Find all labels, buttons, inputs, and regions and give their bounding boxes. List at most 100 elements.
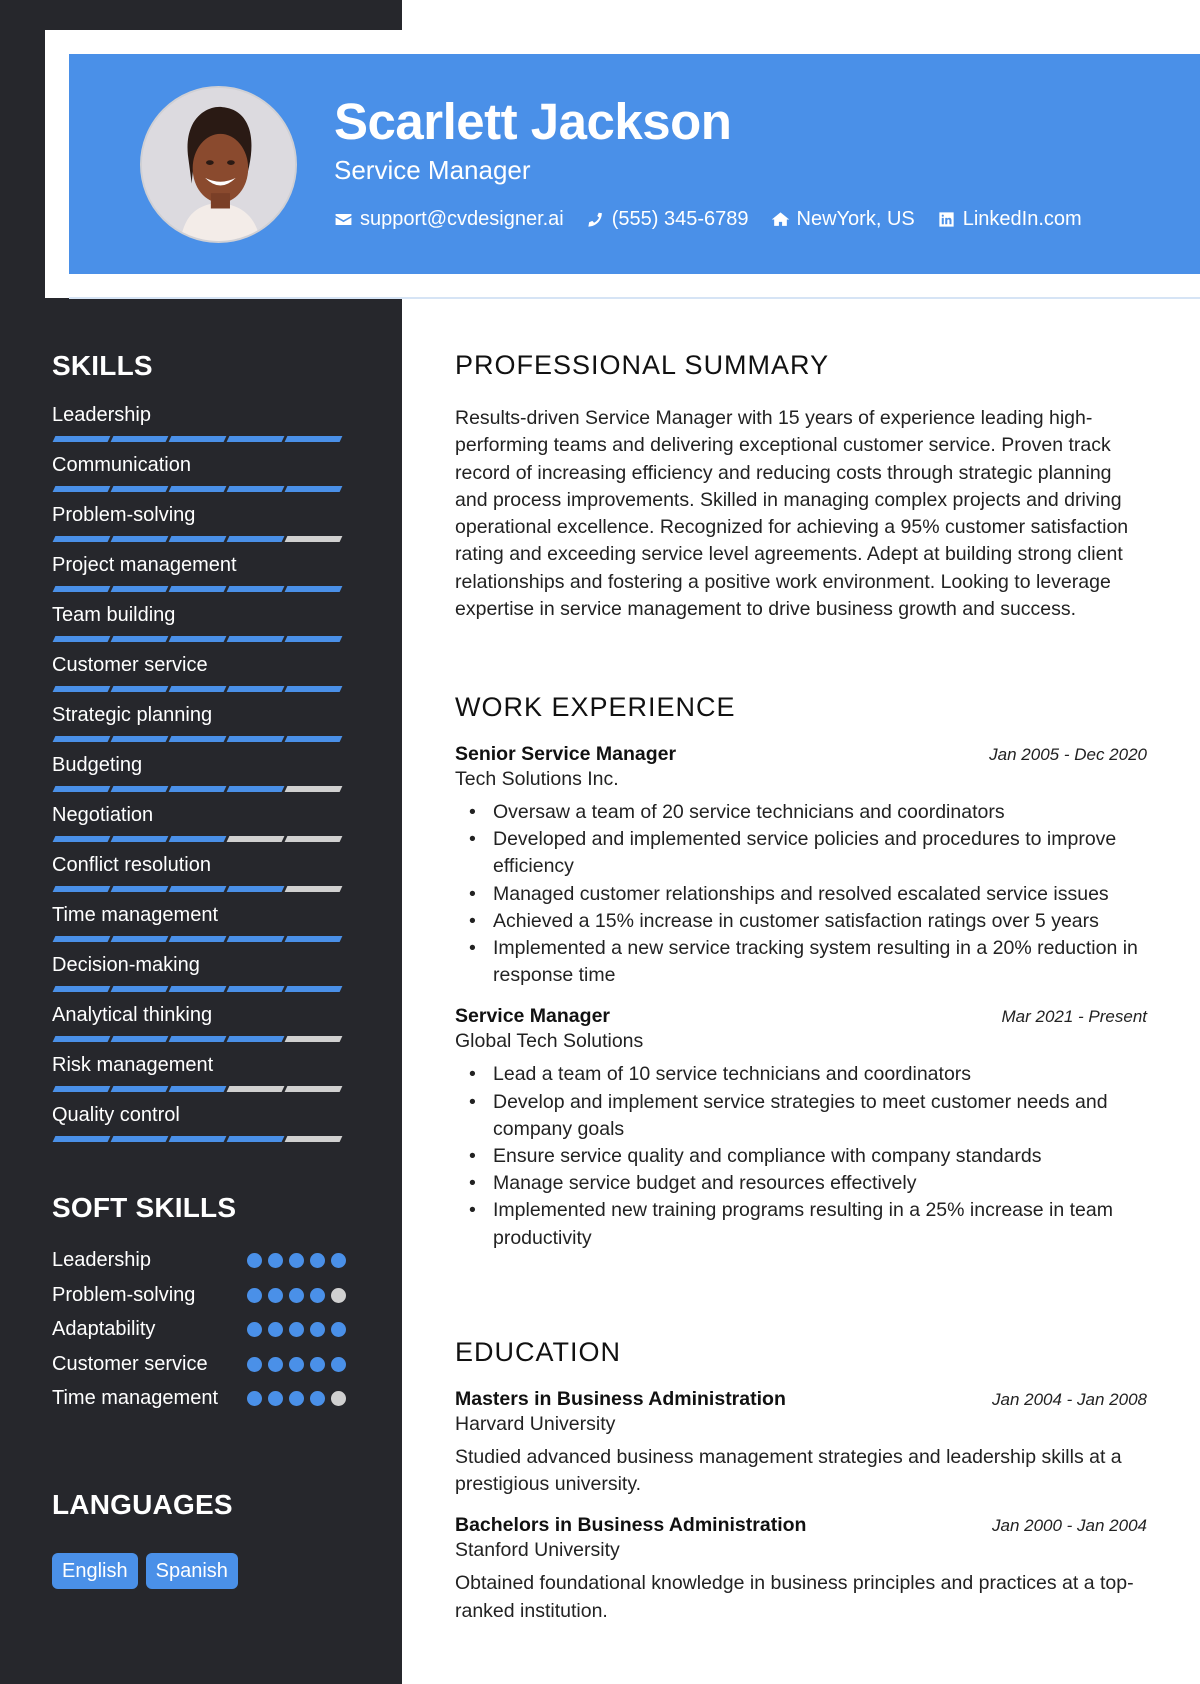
- skill-level-bar: [52, 586, 343, 592]
- skill-name: Customer service: [52, 654, 208, 676]
- rating-dot-filled: [310, 1322, 325, 1337]
- education-entry: Masters in Business Administration Jan 20…: [455, 1388, 1147, 1498]
- summary-section: PROFESSIONAL SUMMARY Results-driven Serv…: [455, 350, 1147, 623]
- rating-dot-filled: [268, 1391, 283, 1406]
- profile-photo: [140, 86, 297, 243]
- job-title: Service Manager: [455, 1005, 611, 1028]
- job-bullets: Oversaw a team of 20 service technicians…: [455, 799, 1147, 989]
- contact-location-text: NewYork, US: [796, 208, 915, 230]
- skill-segment-filled: [52, 1136, 111, 1142]
- skill-segment-filled: [110, 486, 169, 492]
- job-bullet: Oversaw a team of 20 service technicians…: [455, 799, 1147, 826]
- soft-skill-name: Problem-solving: [52, 1283, 196, 1306]
- contact-linkedin[interactable]: LinkedIn.com: [937, 208, 1082, 231]
- skill-name: Team building: [52, 604, 176, 626]
- company-name: Tech Solutions Inc.: [455, 768, 619, 790]
- skill-name: Time management: [52, 904, 218, 926]
- education-section: EDUCATION Masters in Business Administra…: [455, 1337, 1147, 1625]
- skill-segment-filled: [168, 1036, 227, 1042]
- skill-name: Budgeting: [52, 754, 143, 776]
- contact-email-text: support@cvdesigner.ai: [360, 208, 564, 230]
- experience-entry-header: Service Manager Mar 2021 - Present: [455, 1005, 1147, 1028]
- soft-skill-rating: [247, 1287, 346, 1303]
- languages-list: English Spanish: [52, 1553, 352, 1589]
- job-title: Senior Service Manager: [455, 743, 677, 765]
- skills-list: Leadership Communication Problem-solving Pr…: [52, 404, 352, 1154]
- soft-skill-item: Adaptability: [52, 1316, 352, 1351]
- rating-dot-filled: [268, 1322, 283, 1337]
- candidate-title: Service Manager: [334, 155, 531, 185]
- job-dates: Mar 2021 - Present: [1001, 1007, 1147, 1027]
- skill-segment-filled: [110, 586, 169, 592]
- skill-segment-filled: [168, 1136, 227, 1142]
- education-entry-header: Masters in Business Administration Jan 20…: [455, 1388, 1147, 1411]
- experience-entry-header: Senior Service Manager Jan 2005 - Dec 202…: [455, 743, 1147, 766]
- contact-email[interactable]: support@cvdesigner.ai: [334, 208, 564, 231]
- skill-item: Customer service: [52, 654, 352, 704]
- rating-dot-filled: [331, 1356, 346, 1372]
- school-name: Harvard University: [455, 1413, 616, 1435]
- education-entry: Bachelors in Business Administration Jan …: [455, 1514, 1147, 1624]
- rating-dot-filled: [331, 1253, 346, 1268]
- language-badge: English: [52, 1553, 138, 1589]
- soft-skill-item: Time management: [52, 1385, 352, 1445]
- skill-name: Decision-making: [52, 954, 200, 976]
- skill-segment-filled: [110, 886, 169, 892]
- soft-skill-item: Leadership: [52, 1247, 352, 1282]
- skill-segment-filled: [52, 586, 111, 592]
- skill-item: Analytical thinking: [52, 1004, 352, 1054]
- degree-name: Masters in Business Administration: [455, 1388, 786, 1410]
- skill-segment-filled: [168, 986, 227, 992]
- experience-list: Senior Service Manager Jan 2005 - Dec 202…: [455, 743, 1147, 1252]
- skill-segment-filled: [110, 736, 169, 742]
- skill-name: Leadership: [52, 404, 151, 426]
- skill-segment-filled: [226, 536, 285, 542]
- skill-name: Negotiation: [52, 804, 154, 826]
- contact-phone[interactable]: (555) 345-6789: [586, 208, 749, 231]
- skill-segment-filled: [110, 1036, 169, 1042]
- skill-level-bar: [52, 436, 343, 442]
- education-dates: Jan 2004 - Jan 2008: [991, 1390, 1147, 1409]
- soft-skill-name: Time management: [52, 1387, 218, 1409]
- skill-level-bar: [52, 886, 343, 892]
- skill-segment-filled: [226, 936, 285, 942]
- skill-segment-filled: [110, 436, 169, 442]
- skill-name: Conflict resolution: [52, 854, 211, 876]
- skill-name: Communication: [52, 454, 191, 476]
- skill-segment-filled: [168, 736, 227, 742]
- rating-dot-filled: [310, 1287, 325, 1303]
- skill-segment-filled: [168, 486, 227, 492]
- job-dates: Jan 2005 - Dec 2020: [989, 745, 1147, 764]
- skill-segment-empty: [284, 1136, 343, 1142]
- education-entry-header: Bachelors in Business Administration Jan …: [455, 1514, 1147, 1537]
- soft-skill-rating: [247, 1322, 346, 1337]
- degree-name: Bachelors in Business Administration: [455, 1514, 807, 1537]
- skill-segment-filled: [168, 786, 227, 792]
- skill-segment-filled: [226, 586, 285, 592]
- soft-skill-rating: [247, 1391, 346, 1406]
- soft-skill-name: Customer service: [52, 1352, 208, 1375]
- rating-dot-filled: [289, 1253, 304, 1268]
- soft-skill-item: Problem-solving: [52, 1282, 352, 1317]
- skill-item: Quality control: [52, 1104, 352, 1154]
- skill-segment-filled: [284, 736, 343, 742]
- skills-section: SKILLS Leadership Communication Problem-so…: [52, 350, 352, 1154]
- rating-dot-filled: [247, 1356, 262, 1372]
- skill-segment-filled: [226, 436, 285, 442]
- skill-segment-filled: [110, 1086, 169, 1092]
- skill-level-bar: [52, 636, 343, 642]
- skill-segment-filled: [226, 736, 285, 742]
- skill-segment-filled: [52, 636, 111, 642]
- skill-segment-filled: [110, 636, 169, 642]
- skill-segment-filled: [52, 436, 111, 442]
- contact-list: support@cvdesigner.ai (555) 345-6789 New…: [334, 208, 1082, 231]
- rating-dot-filled: [289, 1356, 304, 1372]
- skill-segment-filled: [226, 686, 285, 692]
- soft-skill-name: Adaptability: [52, 1318, 156, 1340]
- rating-dot-filled: [247, 1391, 262, 1406]
- education-description: Studied advanced business management str…: [455, 1446, 1122, 1496]
- header-divider: [69, 297, 1200, 299]
- rating-dot-filled: [247, 1253, 262, 1268]
- skill-segment-filled: [168, 1086, 227, 1092]
- skill-segment-filled: [168, 436, 227, 442]
